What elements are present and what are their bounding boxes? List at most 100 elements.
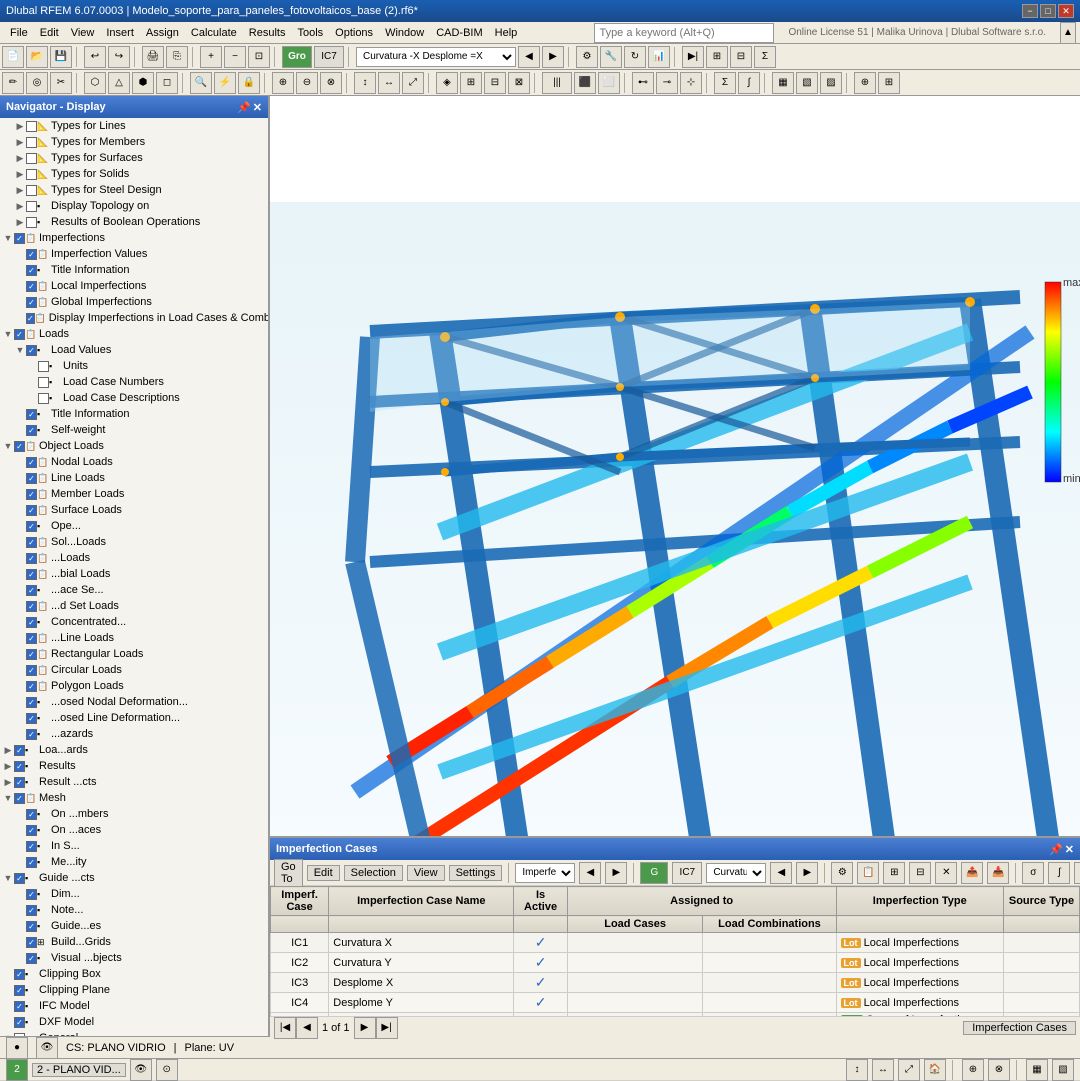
nav-pin-button[interactable]: 📌 (237, 101, 251, 114)
checkbox-53[interactable] (14, 969, 25, 980)
nav-close-button[interactable]: ✕ (253, 101, 262, 114)
tree-item-5[interactable]: ▶▪Display Topology on (0, 198, 268, 214)
tree-item-39[interactable]: ▶▪Loa...ards (0, 742, 268, 758)
tree-item-44[interactable]: ▪On ...aces (0, 822, 268, 838)
checkbox-54[interactable] (14, 985, 25, 996)
tb2-27[interactable]: Σ (714, 72, 736, 94)
bt5[interactable]: ✕ (935, 862, 957, 884)
tree-item-25[interactable]: ▪Ope... (0, 518, 268, 534)
tree-item-46[interactable]: ▪Me...ity (0, 854, 268, 870)
bottom-pin-button[interactable]: 📌 (1049, 843, 1063, 856)
sbt4[interactable]: 🏠 (924, 1059, 946, 1081)
active-ic[interactable]: G (640, 862, 668, 884)
tree-item-21[interactable]: 📋Nodal Loads (0, 454, 268, 470)
tb2-25[interactable]: ⊸ (656, 72, 678, 94)
refresh-btn[interactable]: ↻ (624, 46, 646, 68)
tree-item-9[interactable]: ▪Title Information (0, 262, 268, 278)
cell-active-2[interactable]: ✓ (514, 973, 567, 993)
tree-item-10[interactable]: 📋Local Imperfections (0, 278, 268, 294)
cell-active-3[interactable]: ✓ (514, 993, 567, 1013)
checkbox-49[interactable] (26, 905, 37, 916)
bt3[interactable]: ⊞ (883, 862, 905, 884)
save-btn[interactable]: 💾 (50, 46, 72, 68)
sbt1[interactable]: ↕ (846, 1059, 868, 1081)
cell-active-0[interactable]: ✓ (514, 933, 567, 953)
tree-item-11[interactable]: 📋Global Imperfections (0, 294, 268, 310)
tree-item-53[interactable]: ▪Clipping Box (0, 966, 268, 982)
checkbox-52[interactable] (26, 953, 37, 964)
tree-item-51[interactable]: ⊞Build...Grids (0, 934, 268, 950)
tree-item-49[interactable]: ▪Note... (0, 902, 268, 918)
view-mode-btn[interactable]: ● (6, 1037, 28, 1059)
tree-item-54[interactable]: ▪Clipping Plane (0, 982, 268, 998)
new-btn[interactable]: 📄 (2, 46, 24, 68)
maximize-button[interactable]: □ (1040, 4, 1056, 18)
nav-next[interactable]: ▶ (605, 862, 627, 884)
checkbox-41[interactable] (14, 777, 25, 788)
menu-edit[interactable]: Edit (34, 25, 65, 41)
checkbox-50[interactable] (26, 921, 37, 932)
minimize-button[interactable]: − (1022, 4, 1038, 18)
tb2-1[interactable]: ✏ (2, 72, 24, 94)
tree-item-16[interactable]: ▪Load Case Numbers (0, 374, 268, 390)
tb2-12[interactable]: ⊖ (296, 72, 318, 94)
menu-calculate[interactable]: Calculate (185, 25, 243, 41)
prev-btn[interactable]: ◀ (518, 46, 540, 68)
tb2-23[interactable]: ⬜ (598, 72, 620, 94)
checkbox-33[interactable] (26, 649, 37, 660)
undo-btn[interactable]: ↩ (84, 46, 106, 68)
tree-item-35[interactable]: 📋Polygon Loads (0, 678, 268, 694)
tree-item-23[interactable]: 📋Member Loads (0, 486, 268, 502)
ic7-label[interactable]: IC7 (672, 862, 702, 884)
tree-item-38[interactable]: ▪...azards (0, 726, 268, 742)
ic-prev[interactable]: ◀ (770, 862, 792, 884)
sbt2[interactable]: ↔ (872, 1059, 894, 1081)
checkbox-44[interactable] (26, 825, 37, 836)
tree-item-48[interactable]: ▪Dim... (0, 886, 268, 902)
tb2-5[interactable]: △ (108, 72, 130, 94)
result-combo[interactable]: Curvatura -X Desplome =X (356, 47, 516, 67)
sbt6[interactable]: ⊗ (988, 1059, 1010, 1081)
close-button[interactable]: ✕ (1058, 4, 1074, 18)
sbt7[interactable]: ▦ (1026, 1059, 1048, 1081)
bt9[interactable]: ∫ (1048, 862, 1070, 884)
tree-item-20[interactable]: ▼📋Object Loads (0, 438, 268, 454)
bt6[interactable]: 📤 (961, 862, 983, 884)
tab-label[interactable]: Imperfection Cases (963, 1021, 1076, 1035)
zoom-in-btn[interactable]: + (200, 46, 222, 68)
tree-item-33[interactable]: 📋Rectangular Loads (0, 646, 268, 662)
checkbox-17[interactable] (38, 393, 49, 404)
zoom-fit-btn[interactable]: ⊡ (248, 46, 270, 68)
tree-item-52[interactable]: ▪Visual ...bjects (0, 950, 268, 966)
menu-cadbim[interactable]: CAD-BIM (430, 25, 488, 41)
checkbox-11[interactable] (26, 297, 37, 308)
sbt3[interactable]: ⤢ (898, 1059, 920, 1081)
tree-item-2[interactable]: ▶📐Types for Surfaces (0, 150, 268, 166)
menu-tools[interactable]: Tools (291, 25, 329, 41)
tree-item-47[interactable]: ▼▪Guide ...cts (0, 870, 268, 886)
checkbox-48[interactable] (26, 889, 37, 900)
settings-menu[interactable]: Settings (449, 865, 503, 881)
navigator-tree[interactable]: ▶📐Types for Lines▶📐Types for Members▶📐Ty… (0, 118, 268, 1058)
checkbox-40[interactable] (14, 761, 25, 772)
menu-options[interactable]: Options (329, 25, 379, 41)
table-row-1[interactable]: IC2 ✓ Lot Local Imperfections (271, 953, 1080, 973)
tree-item-30[interactable]: 📋...d Set Loads (0, 598, 268, 614)
ic-next[interactable]: ▶ (796, 862, 818, 884)
tree-item-7[interactable]: ▼📋Imperfections (0, 230, 268, 246)
t4[interactable]: Σ (754, 46, 776, 68)
checkbox-20[interactable] (14, 441, 25, 452)
checkbox-27[interactable] (26, 553, 37, 564)
expand-button[interactable]: ▲ (1060, 22, 1076, 44)
checkbox-51[interactable] (26, 937, 37, 948)
sb-circle[interactable]: ⊙ (156, 1059, 178, 1081)
menu-results[interactable]: Results (243, 25, 292, 41)
nav-prev[interactable]: ◀ (579, 862, 601, 884)
checkbox-0[interactable] (26, 121, 37, 132)
checkbox-55[interactable] (14, 1001, 25, 1012)
menu-help[interactable]: Help (489, 25, 524, 41)
tb2-22[interactable]: ⬛ (574, 72, 596, 94)
tb2-7[interactable]: ◻ (156, 72, 178, 94)
tree-item-17[interactable]: ▪Load Case Descriptions (0, 390, 268, 406)
tb2-4[interactable]: ⬡ (84, 72, 106, 94)
